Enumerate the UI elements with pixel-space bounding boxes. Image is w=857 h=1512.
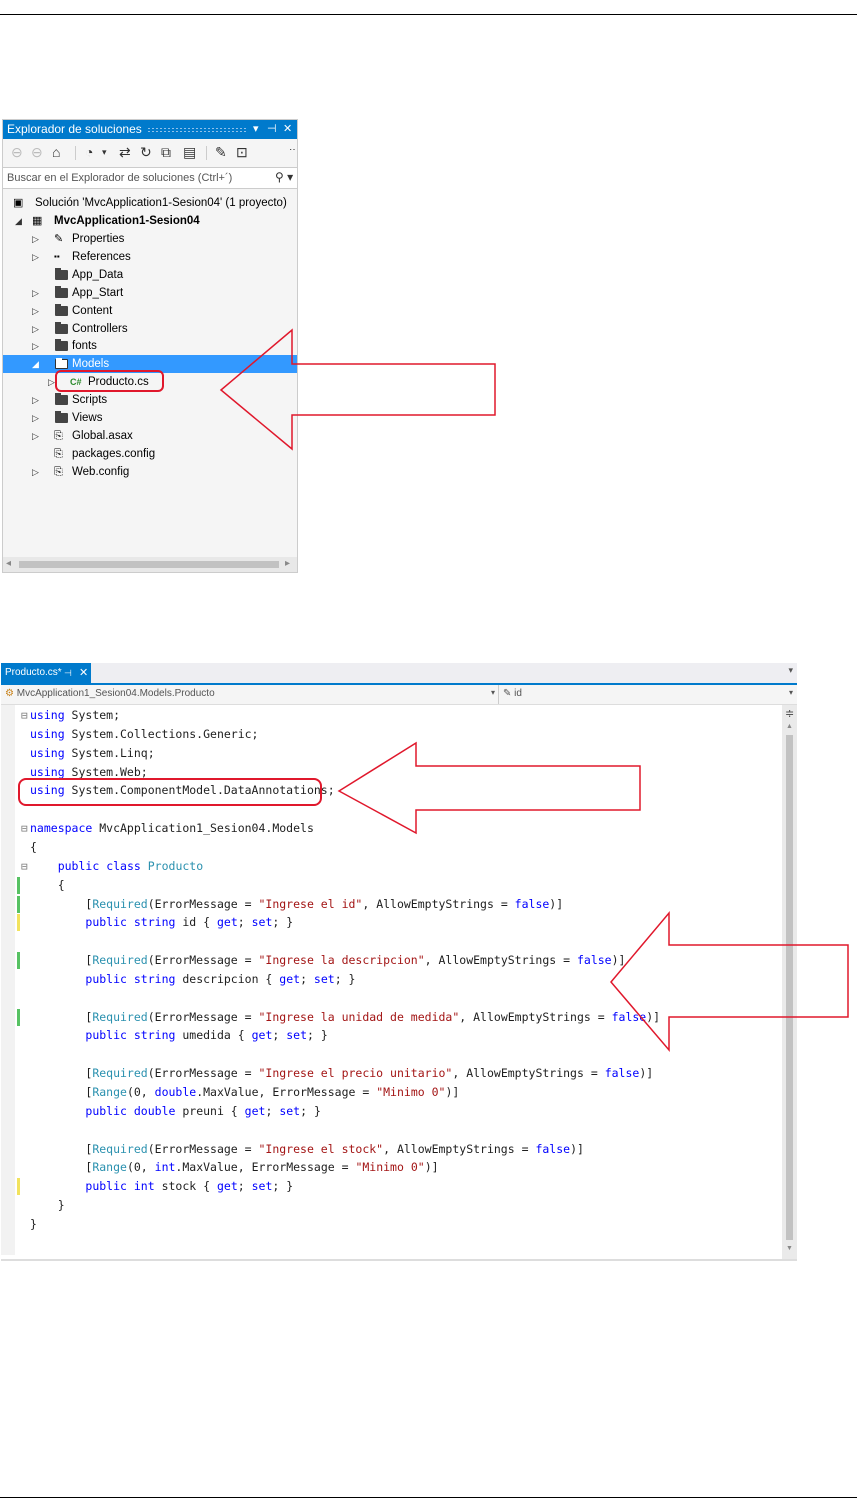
annotation-arrow [337, 741, 849, 1053]
